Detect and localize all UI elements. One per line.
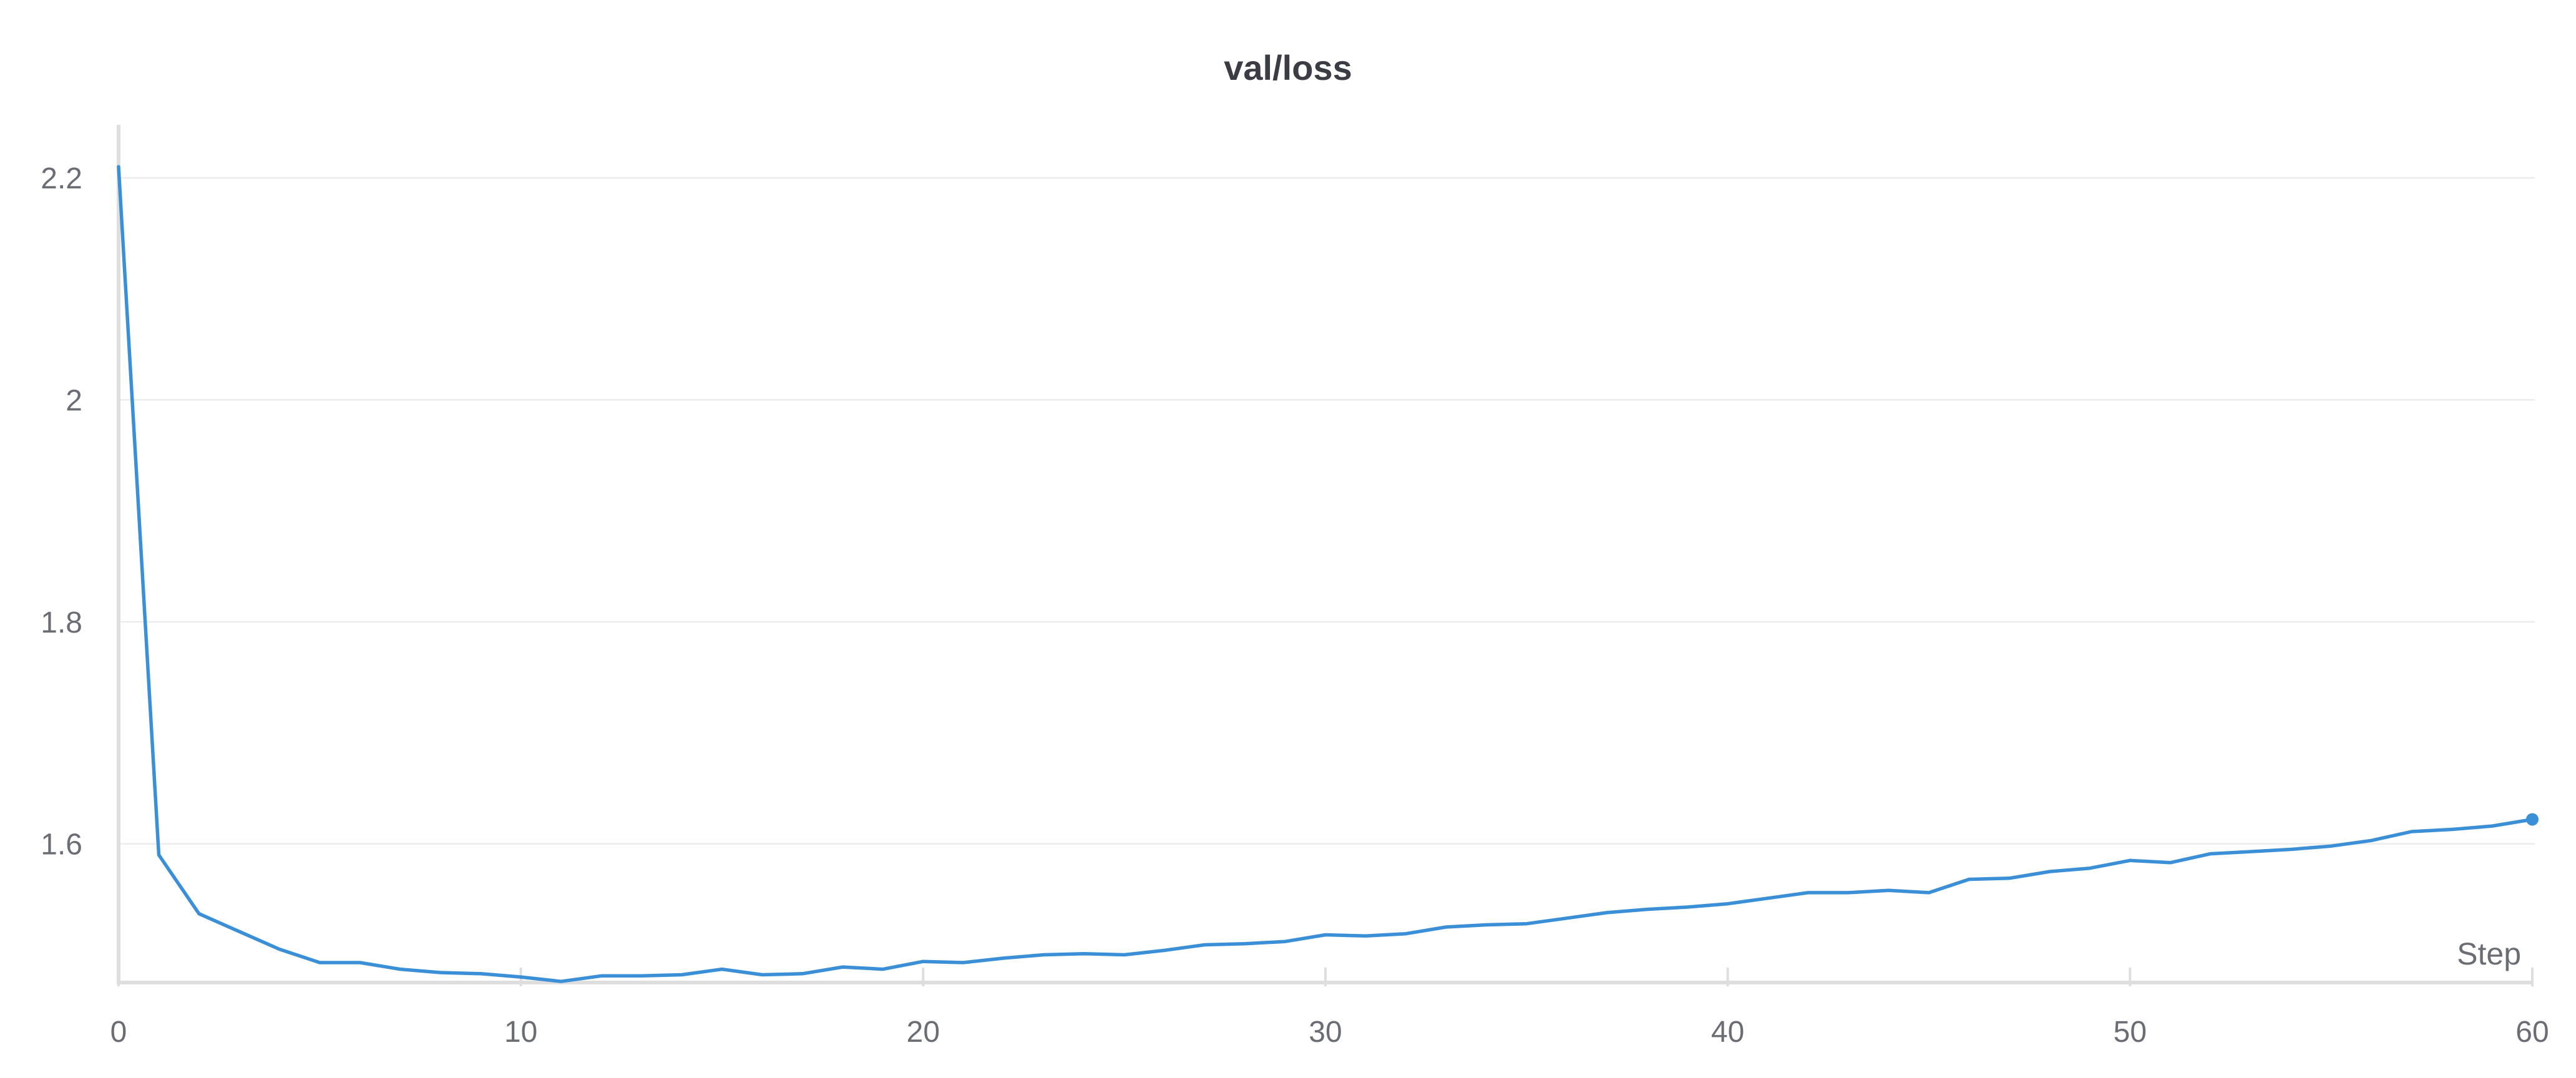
gridlines xyxy=(119,177,2535,845)
x-tick-label: 50 xyxy=(2114,1016,2147,1049)
series-end-point xyxy=(2526,813,2539,826)
line-chart: val/loss 1.6 1.8 2 2.2 0 10 20 30 40 50 60 Step xyxy=(41,48,2549,1049)
axes xyxy=(117,125,2534,986)
y-tick-label: 2 xyxy=(66,384,82,417)
x-tick-label: 10 xyxy=(504,1016,537,1049)
x-tick-label: 60 xyxy=(2515,1016,2549,1049)
x-tick-label: 30 xyxy=(1309,1016,1342,1049)
chart-title: val/loss xyxy=(1224,48,1352,87)
y-tick-label: 2.2 xyxy=(41,162,82,195)
x-tick-label: 0 xyxy=(110,1016,127,1049)
x-tick-label: 20 xyxy=(907,1016,940,1049)
tick-labels: 1.6 1.8 2 2.2 0 10 20 30 40 50 60 xyxy=(41,162,2549,1049)
series-line xyxy=(117,165,2534,983)
y-tick-label: 1.6 xyxy=(41,828,82,862)
y-tick-label: 1.8 xyxy=(41,606,82,639)
x-tick-label: 40 xyxy=(1711,1016,1744,1049)
series-layer xyxy=(117,165,2539,983)
x-axis-label: Step xyxy=(2457,936,2521,971)
